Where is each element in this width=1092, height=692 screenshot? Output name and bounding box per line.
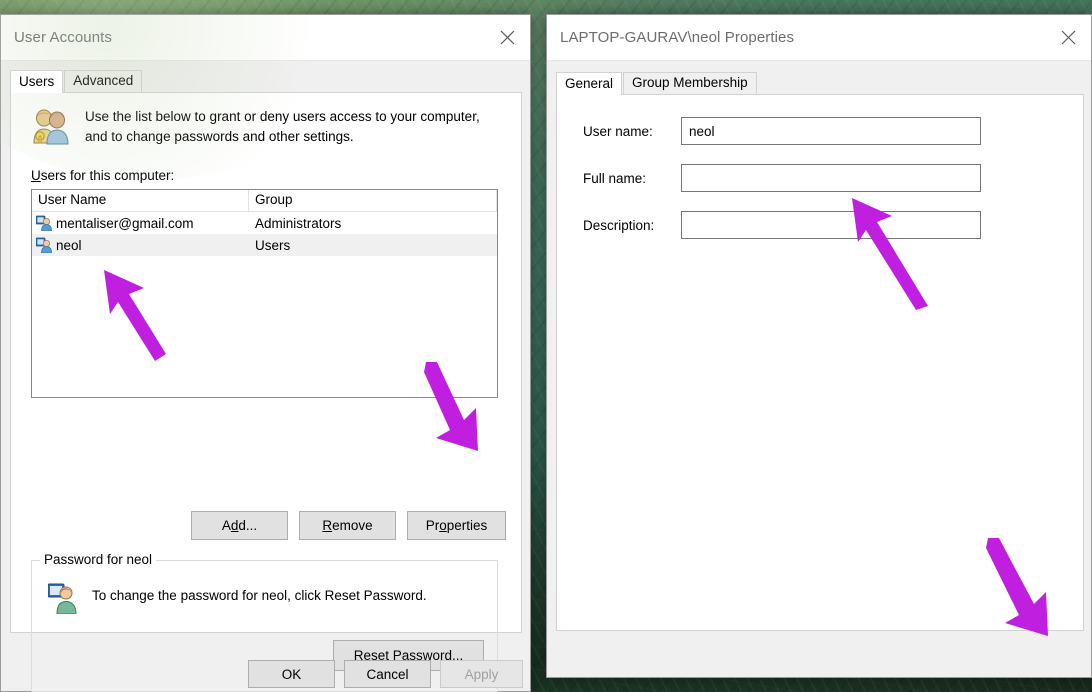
user-name-input[interactable] [681, 117, 981, 145]
user-password-icon [47, 582, 78, 615]
user-properties-titlebar: LAPTOP-GAURAV\neol Properties [547, 15, 1091, 61]
user-accounts-window: User Accounts Users Advanced Use the lis… [0, 14, 531, 692]
user-account-icon [35, 215, 52, 232]
properties-button-label: Properties [425, 518, 488, 533]
cell-group: Administrators [255, 215, 342, 231]
tab-general[interactable]: General [556, 72, 623, 95]
add-button-label: Add... [221, 518, 258, 533]
users-group-icon [31, 107, 71, 145]
cell-user-name: mentaliser@gmail.com [32, 215, 249, 232]
user-accounts-titlebar: User Accounts [1, 15, 530, 61]
cell-group: Users [255, 237, 291, 253]
description-label: Description: [583, 217, 655, 233]
ok-button[interactable]: OK [248, 660, 335, 688]
cell-user-name: neol [32, 237, 249, 254]
table-row[interactable]: mentaliser@gmail.com Administrators [32, 212, 497, 234]
remove-button[interactable]: Remove [299, 511, 396, 540]
apply-button: Apply [440, 660, 523, 688]
cancel-button[interactable]: Cancel [344, 660, 431, 688]
description-field-row: Description: [583, 211, 981, 239]
tab-group-membership[interactable]: Group Membership [623, 72, 757, 94]
user-properties-window: LAPTOP-GAURAV\neol Properties General Gr… [546, 14, 1092, 678]
tab-users[interactable]: Users [10, 70, 64, 93]
description-input[interactable] [681, 211, 981, 239]
table-row[interactable]: neol Users [32, 234, 497, 256]
add-button[interactable]: Add... [191, 511, 288, 540]
password-group-legend: Password for neol [40, 552, 157, 567]
user-properties-tabstrip: General Group Membership [547, 72, 1091, 95]
user-accounts-title: User Accounts [14, 29, 113, 46]
user-name-field-row: User name: [583, 117, 981, 145]
properties-button[interactable]: Properties [407, 511, 506, 540]
password-info-row: To change the password for neol, click R… [47, 582, 427, 615]
remove-button-label: Remove [322, 518, 373, 533]
users-list-label-rest: sers for this computer: [40, 168, 175, 183]
user-name-text: neol [56, 237, 82, 253]
user-name-label: User name: [583, 123, 653, 139]
full-name-field-row: Full name: [583, 164, 981, 192]
close-icon[interactable] [1045, 15, 1091, 60]
intro-block: Use the list below to grant or deny user… [31, 107, 505, 147]
user-name-text: mentaliser@gmail.com [56, 215, 194, 231]
tab-advanced[interactable]: Advanced [64, 70, 143, 92]
full-name-label: Full name: [583, 170, 647, 186]
close-icon[interactable] [484, 15, 530, 60]
user-properties-title: LAPTOP-GAURAV\neol Properties [560, 29, 795, 46]
column-header-group[interactable]: Group [249, 190, 497, 211]
general-tab-panel: User name: Full name: Description: [556, 94, 1084, 631]
user-accounts-tabstrip: Users Advanced [1, 70, 530, 93]
users-list-label: Users for this computer: [31, 168, 175, 183]
column-header-user-name[interactable]: User Name [32, 190, 249, 211]
desktop-background: User Accounts Users Advanced Use the lis… [0, 0, 1092, 692]
user-account-icon [35, 237, 52, 254]
full-name-input[interactable] [681, 164, 981, 192]
users-listbox[interactable]: User Name Group mentaliser@gmail.com Adm… [31, 189, 498, 398]
intro-text: Use the list below to grant or deny user… [85, 109, 480, 144]
users-list-header: User Name Group [32, 190, 497, 212]
password-info-text: To change the password for neol, click R… [92, 588, 427, 603]
users-tab-panel: Use the list below to grant or deny user… [10, 92, 522, 692]
